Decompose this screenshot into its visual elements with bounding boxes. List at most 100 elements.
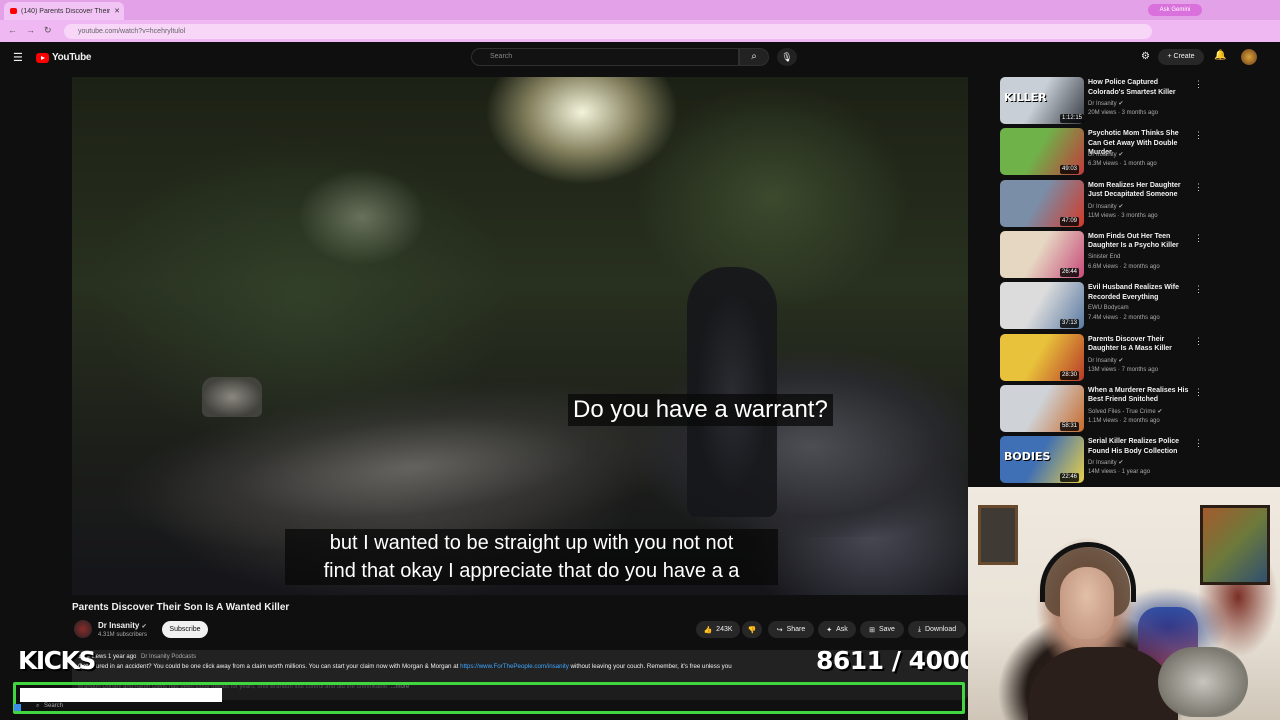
recommended-title[interactable]: When a Murderer Realises His Best Friend… bbox=[1088, 386, 1192, 405]
download-icon: ⤓ bbox=[917, 625, 921, 633]
more-options-icon[interactable]: ⋮ bbox=[1194, 438, 1203, 449]
webcam-fur-blanket bbox=[1158, 647, 1248, 717]
recommended-views: 11M views · 3 months ago bbox=[1088, 212, 1158, 219]
more-options-icon[interactable]: ⋮ bbox=[1194, 182, 1203, 193]
recommended-title[interactable]: Parents Discover Their Daughter Is A Mas… bbox=[1088, 335, 1192, 354]
more-options-icon[interactable]: ⋮ bbox=[1194, 130, 1203, 141]
download-label: Download bbox=[924, 626, 957, 633]
subtitle-line-2: find that okay I appreciate that do you … bbox=[323, 560, 740, 582]
save-button[interactable]: ⊞ Save bbox=[860, 621, 904, 638]
recommended-video[interactable]: KILLER 1:12:15 How Police Captured Colorad… bbox=[1000, 77, 1205, 125]
more-options-icon[interactable]: ⋮ bbox=[1194, 336, 1203, 347]
menu-icon[interactable]: ☰ bbox=[13, 51, 23, 64]
dislike-button[interactable]: 👎 bbox=[742, 621, 762, 638]
notifications-bell-icon[interactable]: 🔔 bbox=[1214, 50, 1226, 61]
recommended-video[interactable]: 28:30 Parents Discover Their Daughter Is … bbox=[1000, 333, 1205, 382]
avatar[interactable] bbox=[1241, 49, 1257, 65]
share-button[interactable]: ↪ Share bbox=[768, 621, 814, 638]
recommended-video[interactable]: 37:13 Evil Husband Realizes Wife Recorded… bbox=[1000, 282, 1205, 330]
taskbar-search-label[interactable]: Search bbox=[44, 703, 63, 709]
recommended-views: 13M views · 7 months ago bbox=[1088, 366, 1159, 373]
download-button[interactable]: ⤓ Download bbox=[908, 621, 966, 638]
thumbnail-text: BODIES bbox=[1004, 450, 1051, 464]
counter-separator: / bbox=[891, 646, 901, 675]
tab-title: (140) Parents Discover Their bbox=[21, 7, 111, 15]
recommended-title[interactable]: How Police Captured Colorado's Smartest … bbox=[1088, 78, 1192, 97]
recommended-channel[interactable]: Dr Insanity ✔ bbox=[1088, 357, 1123, 364]
sponsor-link[interactable]: https://www.ForThePeople.com/insanity bbox=[460, 663, 569, 670]
kicks-label: KICKS bbox=[18, 646, 96, 675]
browser-tab[interactable]: (140) Parents Discover Their ✕ bbox=[4, 2, 124, 20]
description-text: Got injured in an accident? You could be… bbox=[78, 663, 732, 670]
video-duration: 28:30 bbox=[1060, 370, 1080, 380]
subscriber-count: 4.31M subscribers bbox=[98, 632, 148, 638]
tab-close-icon[interactable]: ✕ bbox=[114, 7, 120, 15]
cast-icon[interactable]: ⚙ bbox=[1141, 51, 1150, 62]
search-input[interactable]: Search bbox=[471, 48, 739, 66]
verified-icon: ✔ bbox=[1118, 101, 1124, 107]
subscribe-button[interactable]: Subscribe bbox=[162, 621, 208, 638]
reload-icon[interactable]: ↻ bbox=[44, 25, 52, 36]
recommended-video[interactable]: 49:03 Psychotic Mom Thinks She Can Get Aw… bbox=[1000, 128, 1205, 176]
ask-gemini-button[interactable]: Ask Gemini bbox=[1148, 4, 1202, 16]
upload-age: 1 year ago bbox=[108, 654, 137, 660]
recommended-channel[interactable]: EWU Bodycam bbox=[1088, 305, 1129, 311]
recommended-channel[interactable]: Dr Insanity ✔ bbox=[1088, 459, 1123, 466]
recommended-video[interactable]: 47:09 Mom Realizes Her Daughter Just Deca… bbox=[1000, 179, 1205, 228]
channel-avatar[interactable] bbox=[74, 620, 92, 638]
subtitle-bottom: but I wanted to be straight up with you … bbox=[285, 529, 778, 585]
youtube-logo[interactable]: YouTube bbox=[36, 52, 92, 63]
recommended-channel[interactable]: Dr Insanity ✔ bbox=[1088, 100, 1123, 107]
taskbar-search-icon[interactable]: ⌕ bbox=[36, 703, 39, 710]
ask-button[interactable]: ✦ Ask bbox=[818, 621, 856, 638]
video-suv bbox=[612, 337, 968, 537]
recommended-video[interactable]: 26:44 Mom Finds Out Her Teen Daughter Is … bbox=[1000, 230, 1205, 279]
windows-start-icon[interactable] bbox=[14, 704, 21, 711]
recommended-views: 6.6M views · 2 months ago bbox=[1088, 263, 1160, 270]
description-tag[interactable]: Dr Insanity Podcasts bbox=[141, 654, 196, 660]
forward-icon[interactable]: → bbox=[26, 25, 35, 35]
recommended-title[interactable]: Mom Finds Out Her Teen Daughter Is a Psy… bbox=[1088, 232, 1192, 251]
url-field[interactable]: youtube.com/watch?v=hcehryltulol bbox=[64, 24, 1152, 39]
channel-name[interactable]: Dr Insanity ✔ bbox=[98, 621, 147, 630]
search-button[interactable]: ⌕ bbox=[739, 48, 769, 66]
recommended-channel[interactable]: Dr Insanity ✔ bbox=[1088, 151, 1123, 158]
recommended-title[interactable]: Evil Husband Realizes Wife Recorded Ever… bbox=[1088, 283, 1192, 302]
plus-icon: + bbox=[1167, 53, 1172, 60]
youtube-favicon-icon bbox=[10, 8, 17, 14]
recommended-title[interactable]: Mom Realizes Her Daughter Just Decapitat… bbox=[1088, 181, 1192, 200]
more-options-icon[interactable]: ⋮ bbox=[1194, 79, 1203, 90]
recommended-channel[interactable]: Solved Files - True Crime ✔ bbox=[1088, 408, 1162, 415]
verified-icon: ✔ bbox=[1157, 408, 1163, 415]
like-button[interactable]: 👍 243K bbox=[696, 621, 740, 638]
mic-icon: 🎙 bbox=[781, 52, 793, 62]
recommended-channel[interactable]: Dr Insanity ✔ bbox=[1088, 203, 1123, 210]
recommended-channel[interactable]: Sinister End bbox=[1088, 254, 1120, 260]
webcam-headset bbox=[1040, 542, 1136, 602]
video-duration: 22:46 bbox=[1060, 473, 1080, 483]
recommended-views: 20M views · 3 months ago bbox=[1088, 110, 1159, 116]
recommended-views: 1.1M views · 2 months ago bbox=[1088, 417, 1160, 424]
webcam-wall-painting bbox=[1200, 505, 1270, 585]
share-icon: ↪ bbox=[776, 626, 783, 634]
more-options-icon[interactable]: ⋮ bbox=[1194, 233, 1203, 244]
more-options-icon[interactable]: ⋮ bbox=[1194, 284, 1203, 295]
recommended-title[interactable]: Serial Killer Realizes Police Found His … bbox=[1088, 437, 1192, 456]
video-parked-car bbox=[202, 377, 262, 417]
voice-search-button[interactable]: 🎙 bbox=[777, 48, 797, 66]
create-button[interactable]: + Create bbox=[1158, 49, 1204, 65]
video-duration: 47:09 bbox=[1060, 216, 1080, 226]
subtitle-top: Do you have a warrant? bbox=[568, 394, 833, 426]
logo-text: YouTube bbox=[52, 52, 92, 63]
video-player[interactable] bbox=[72, 77, 968, 595]
more-options-icon[interactable]: ⋮ bbox=[1194, 387, 1203, 398]
verified-icon: ✔ bbox=[141, 624, 147, 630]
back-icon[interactable]: ← bbox=[8, 25, 17, 35]
video-title: Parents Discover Their Son Is A Wanted K… bbox=[72, 602, 290, 613]
video-person bbox=[687, 267, 777, 517]
recommended-video[interactable]: BODIES 22:46 Serial Killer Realizes Police… bbox=[1000, 436, 1205, 484]
verified-icon: ✔ bbox=[1118, 460, 1124, 467]
bookmark-icon: ⊞ bbox=[869, 626, 875, 634]
thumbnail-text: KILLER bbox=[1004, 91, 1047, 104]
recommended-video[interactable]: 58:31 When a Murderer Realises His Best F… bbox=[1000, 384, 1205, 433]
